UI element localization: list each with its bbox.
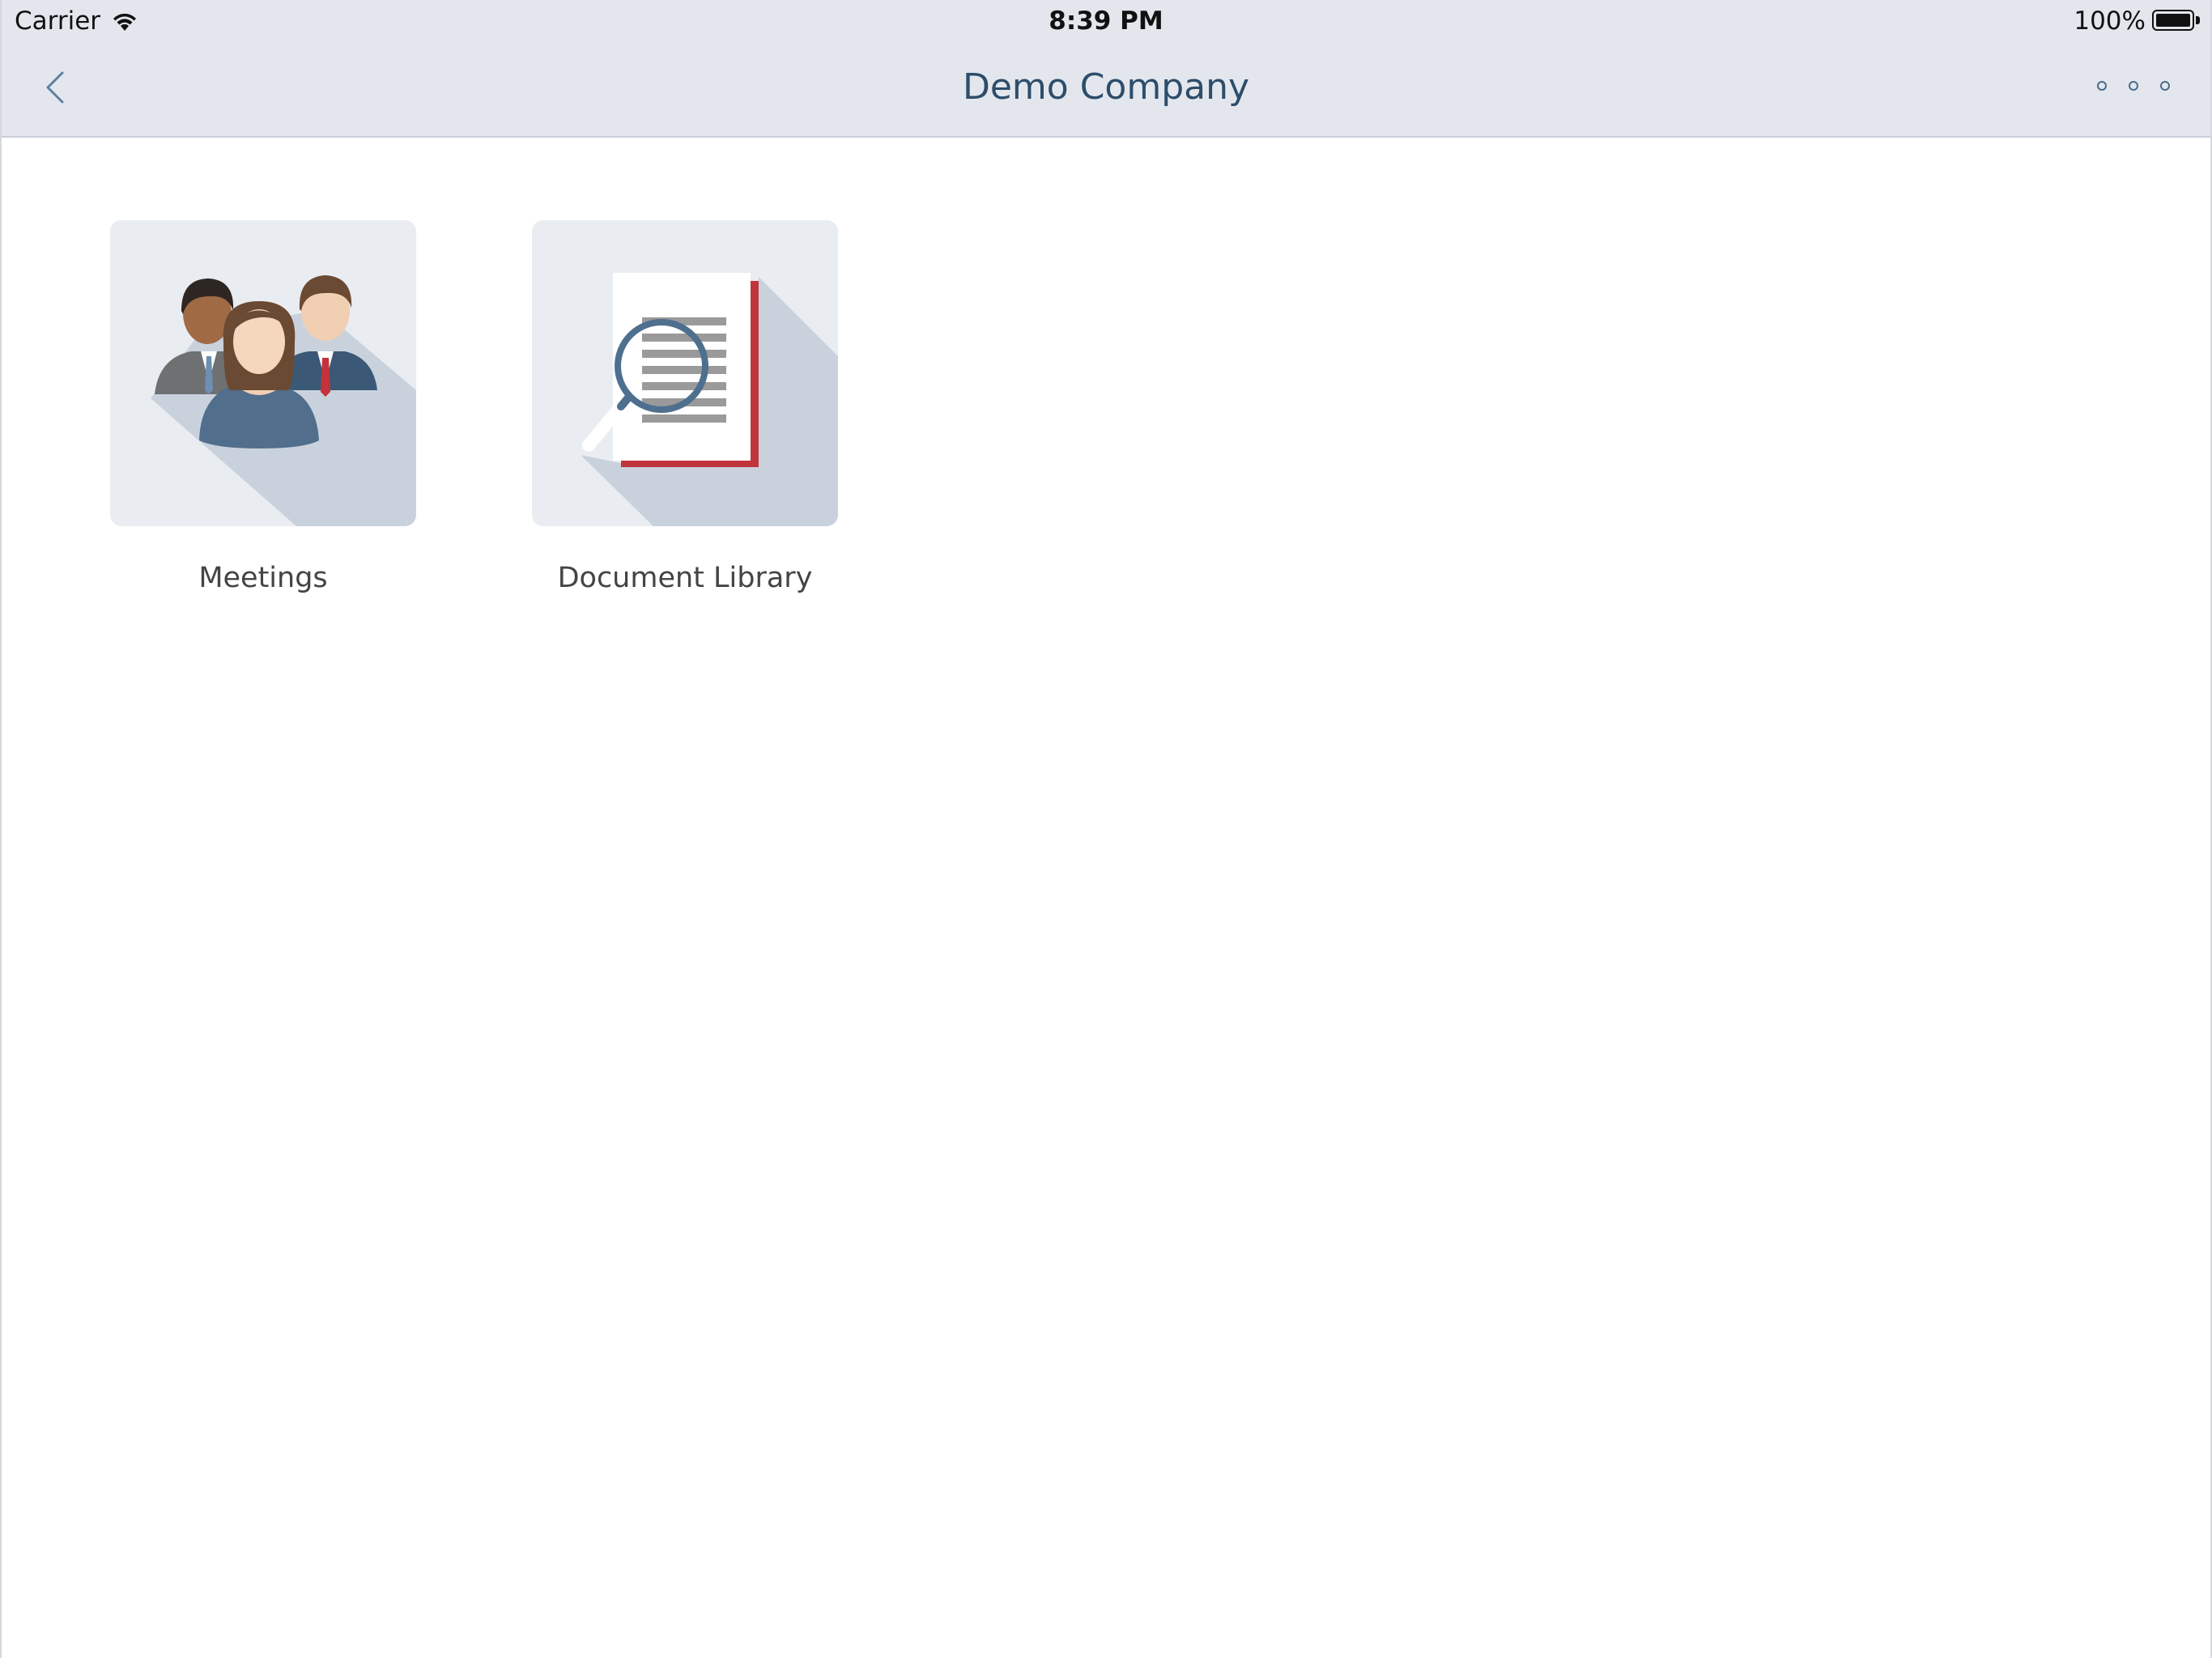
tile-label-document-library: Document Library (557, 562, 813, 594)
status-battery: 100% (2074, 6, 2201, 36)
battery-icon (2152, 10, 2201, 32)
status-time: 8:39 PM (1049, 6, 1163, 36)
tile-meetings[interactable]: Meetings (110, 220, 416, 594)
people-group-icon (110, 220, 416, 526)
navigation-bar: Carrier 8:39 PM 100% Demo Company (2, 0, 2210, 138)
tile-label-meetings: Meetings (198, 562, 328, 594)
more-dots-icon (2097, 81, 2107, 91)
page-title: Demo Company (962, 66, 1250, 108)
app-screen: Carrier 8:39 PM 100% Demo Company Meetin… (0, 0, 2212, 1658)
document-search-icon (532, 220, 838, 526)
tile-document-library[interactable]: Document Library (532, 220, 838, 594)
battery-percent: 100% (2074, 6, 2146, 36)
more-options-button[interactable] (2097, 70, 2170, 102)
